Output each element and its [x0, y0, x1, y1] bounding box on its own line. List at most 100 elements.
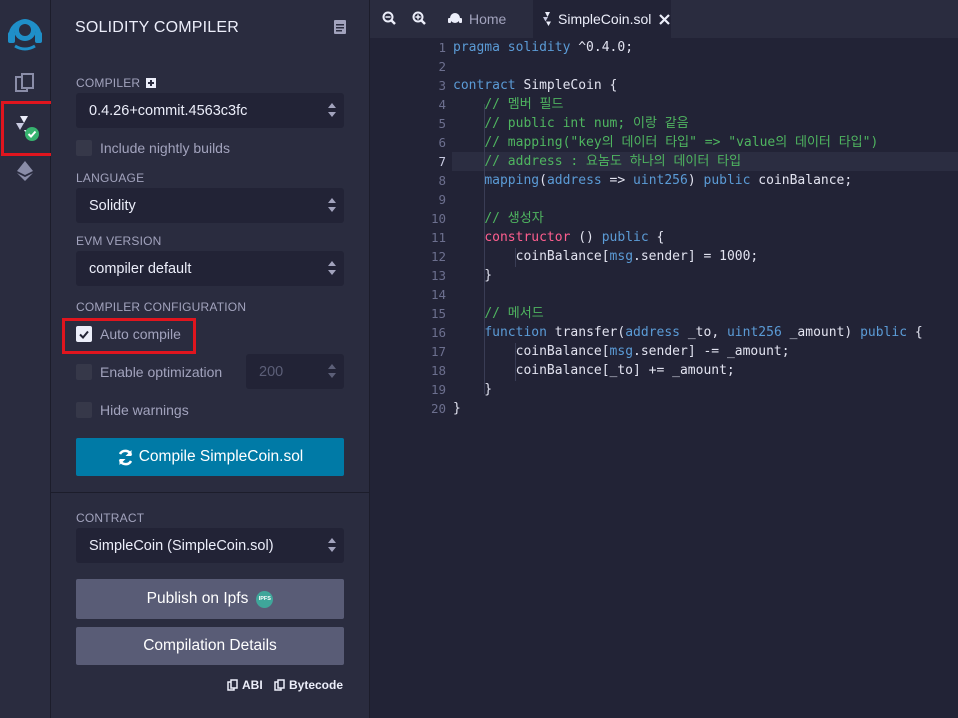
code-line: constructor () public { [453, 228, 664, 247]
line-number: 6 [438, 135, 446, 150]
enable-optimization-checkbox[interactable] [76, 364, 92, 380]
line-number: 19 [430, 382, 446, 397]
code-line: coinBalance[msg.sender] -= _amount; [453, 342, 790, 361]
bytecode-label: Bytecode [289, 678, 344, 692]
line-number: 13 [430, 268, 446, 283]
deploy-run-icon[interactable] [10, 156, 40, 186]
compiler-panel: SOLIDITY COMPILER COMPILER 0.4.26+commit… [51, 0, 370, 718]
language-select[interactable]: Solidity [76, 188, 344, 223]
contract-select[interactable]: SimpleCoin (SimpleCoin.sol) [76, 528, 344, 563]
panel-title: SOLIDITY COMPILER [75, 19, 240, 36]
highlight-box-auto-compile [62, 318, 196, 354]
code-token: } [453, 401, 461, 416]
line-number: 10 [430, 211, 446, 226]
optimization-runs-value: 200 [259, 363, 284, 380]
code-token: // address : 요놈도 하나의 데이터 타입 [484, 154, 742, 169]
line-number: 9 [438, 192, 446, 207]
code-token: () [570, 230, 602, 245]
line-number: 4 [438, 97, 446, 112]
code-token: address [546, 173, 602, 188]
add-compiler-icon[interactable] [146, 78, 157, 88]
abi-label: ABI [242, 678, 263, 692]
code-token: public [703, 173, 751, 188]
code-token: uint256 [633, 173, 688, 188]
copy-abi-link[interactable]: ABI [227, 678, 263, 692]
divider [51, 492, 369, 493]
code-token: ^0.4.0; [570, 40, 634, 55]
code-line: } [453, 399, 461, 418]
code-token: } [453, 268, 493, 283]
enable-optimization-label: Enable optimization [100, 364, 223, 380]
code-token: coinBalance; [750, 173, 853, 188]
remix-logo-icon[interactable] [5, 8, 45, 52]
select-arrows-icon [328, 538, 336, 552]
code-editor[interactable]: 1 2 3 4 5 6 7 8 9 10 11 12 13 14 15 16 17 18 19 20 pragma s… [370, 38, 958, 718]
code-token: contract [453, 78, 516, 93]
code-token: function [484, 325, 547, 340]
code-line: mapping(address => uint256) public coinB… [453, 171, 852, 190]
compiler-configuration-label: COMPILER CONFIGURATION [76, 300, 247, 314]
copy-bytecode-link[interactable]: Bytecode [274, 678, 343, 692]
line-number: 17 [430, 344, 446, 359]
publish-ipfs-button[interactable]: Publish on Ipfs IPFS [76, 579, 344, 619]
compiler-version-select[interactable]: 0.4.26+commit.4563c3fc [76, 93, 344, 128]
documentation-icon[interactable] [334, 20, 346, 39]
select-arrows-icon [328, 261, 336, 275]
line-number: 5 [438, 116, 446, 131]
code-token: msg [609, 249, 634, 264]
code-token: public [860, 325, 908, 340]
zoom-out-icon[interactable] [382, 11, 398, 27]
code-line: // public int num; 이랑 같음 [453, 114, 688, 133]
select-arrows-icon [328, 103, 336, 117]
contract-label: CONTRACT [76, 511, 145, 525]
evm-version-select[interactable]: compiler default [76, 251, 344, 286]
code-token: => [601, 173, 634, 188]
code-token: uint256 [726, 325, 782, 340]
code-token: pragma solidity [453, 40, 571, 55]
code-line: coinBalance[_to] += _amount; [453, 361, 735, 380]
code-token: ( [539, 173, 547, 188]
tab-home[interactable]: Home [447, 0, 516, 38]
file-explorer-icon[interactable] [10, 68, 40, 98]
stepper-arrows-icon [328, 364, 336, 378]
compilation-details-button[interactable]: Compilation Details [76, 627, 344, 665]
code-token: public [601, 230, 649, 245]
code-line: // 생성자 [453, 209, 543, 228]
line-number: 12 [430, 249, 446, 264]
code-token: .sender] = 1000; [633, 249, 759, 264]
code-line: } [453, 380, 492, 399]
ipfs-icon-text: IPFS [258, 596, 271, 602]
line-number: 8 [438, 173, 446, 188]
close-tab-icon[interactable] [659, 13, 671, 25]
tab-simplecoin[interactable]: SimpleCoin.sol [533, 0, 671, 38]
code-line: coinBalance[msg.sender] = 1000; [453, 247, 759, 266]
tab-home-label: Home [469, 11, 507, 27]
code-token: constructor [484, 230, 571, 245]
nightly-builds-checkbox[interactable] [76, 140, 92, 156]
code-token: mapping [484, 173, 540, 188]
enable-optimization-row[interactable]: Enable optimization [76, 363, 222, 381]
code-line: // mapping("key의 데이터 타입" => "value의 데이터 … [453, 133, 878, 152]
nightly-builds-row[interactable]: Include nightly builds [76, 139, 230, 157]
line-number: 14 [430, 287, 446, 302]
compile-button[interactable]: Compile SimpleCoin.sol [76, 438, 344, 476]
language-value: Solidity [89, 197, 136, 214]
hide-warnings-row[interactable]: Hide warnings [76, 401, 189, 419]
copy-icon [274, 679, 285, 691]
optimization-runs-input[interactable]: 200 [246, 354, 344, 389]
compile-button-label: Compile SimpleCoin.sol [138, 448, 304, 465]
compiler-version-value: 0.4.26+commit.4563c3fc [89, 102, 248, 119]
code-token: { [648, 230, 665, 245]
publish-ipfs-label: Publish on Ipfs [146, 590, 249, 607]
zoom-in-icon[interactable] [412, 11, 428, 27]
hide-warnings-checkbox[interactable] [76, 402, 92, 418]
remix-home-icon [448, 13, 462, 23]
compiler-label: COMPILER [76, 76, 141, 90]
language-label: LANGUAGE [76, 171, 145, 185]
